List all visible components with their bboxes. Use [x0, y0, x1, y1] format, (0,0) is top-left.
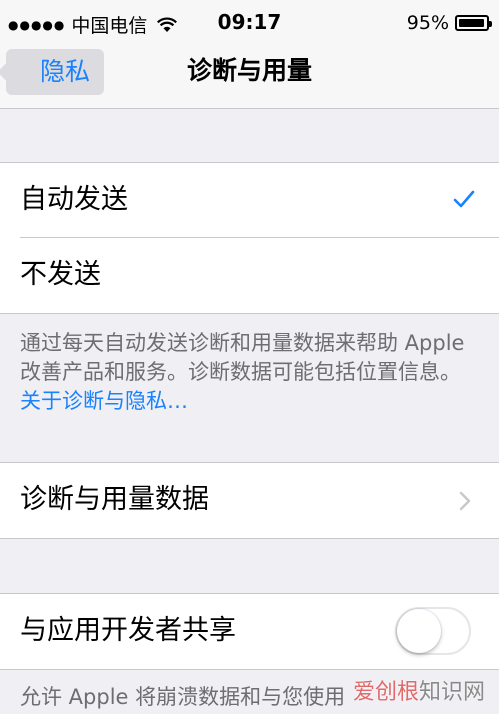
dont-send-label: 不发送 — [20, 259, 101, 290]
chevron-right-icon — [459, 491, 471, 511]
watermark-part2: 知识网 — [418, 680, 485, 705]
usage-data-group: 诊断与用量数据 — [0, 462, 499, 539]
watermark: 爱创根知识网 — [353, 674, 485, 706]
list-item-usage-data[interactable]: 诊断与用量数据 — [0, 463, 499, 538]
send-options-group: 自动发送 不发送 — [0, 162, 499, 314]
usage-data-label: 诊断与用量数据 — [20, 484, 209, 515]
share-footer-description: 允许 Apple 将崩溃数据和与您使用 — [20, 685, 346, 709]
status-bar: ●●●●● 中国电信 09:17 95% — [0, 0, 499, 44]
toggle-knob — [397, 609, 441, 653]
list-item-auto-send[interactable]: 自动发送 — [0, 163, 499, 238]
list-item-dont-send[interactable]: 不发送 — [0, 238, 499, 313]
navigation-bar: 隐私 诊断与用量 — [0, 44, 499, 109]
share-group: 与应用开发者共享 — [0, 593, 499, 670]
list-item-share-with-developers: 与应用开发者共享 — [0, 594, 499, 669]
battery-percent: 95% — [406, 12, 449, 34]
send-footer-description: 通过每天自动发送诊断和用量数据来帮助 Apple 改善产品和服务。诊断数据可能包… — [20, 331, 465, 384]
page-title: 诊断与用量 — [186, 56, 312, 85]
watermark-part1: 爱创根 — [352, 680, 419, 705]
share-with-developers-label: 与应用开发者共享 — [20, 615, 236, 646]
send-footer-text: 通过每天自动发送诊断和用量数据来帮助 Apple 改善产品和服务。诊断数据可能包… — [20, 329, 470, 416]
share-toggle-switch[interactable] — [395, 607, 471, 655]
status-right: 95% — [406, 12, 492, 34]
auto-send-label: 自动发送 — [20, 184, 128, 215]
about-diagnostics-privacy-link[interactable]: 关于诊断与隐私… — [20, 389, 188, 413]
checkmark-icon — [453, 190, 475, 208]
battery-level-fill — [459, 19, 484, 27]
battery-icon — [455, 15, 492, 31]
